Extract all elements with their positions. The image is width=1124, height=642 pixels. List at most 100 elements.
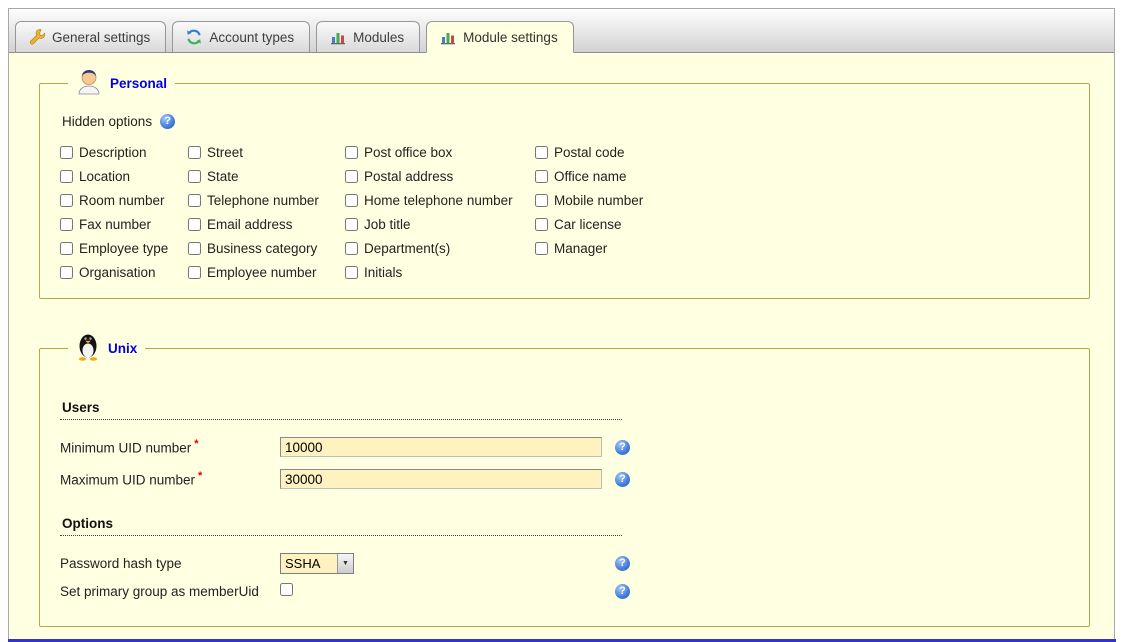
checkbox[interactable]	[60, 194, 73, 207]
tab-label: Account types	[209, 30, 294, 45]
checkbox[interactable]	[535, 242, 548, 255]
help-icon-max-uid[interactable]: ?	[615, 472, 630, 487]
checkbox[interactable]	[345, 146, 358, 159]
section-header-users: Users	[60, 400, 622, 420]
checkbox-item-telephone-number[interactable]: Telephone number	[188, 193, 345, 208]
max-uid-label: Maximum UID number*	[60, 470, 280, 488]
checkbox[interactable]	[345, 194, 358, 207]
checkbox-item-business-category[interactable]: Business category	[188, 241, 345, 256]
checkbox-item-room-number[interactable]: Room number	[60, 193, 188, 208]
checkbox-label: Telephone number	[207, 193, 319, 208]
checkbox-label: Fax number	[79, 217, 151, 232]
checkbox-label: Street	[207, 145, 243, 160]
tab-label: Modules	[353, 30, 404, 45]
checkbox[interactable]	[188, 242, 201, 255]
checkbox-label: Business category	[207, 241, 317, 256]
checkbox-item-email-address[interactable]: Email address	[188, 217, 345, 232]
tab-account-types[interactable]: Account types	[172, 21, 310, 52]
min-uid-label: Minimum UID number*	[60, 438, 280, 456]
checkbox-item-mobile-number[interactable]: Mobile number	[535, 193, 1069, 208]
tab-modules[interactable]: Modules	[316, 21, 420, 52]
checkbox-label: Organisation	[79, 265, 156, 280]
checkbox[interactable]	[345, 218, 358, 231]
hidden-options-label: Hidden options	[62, 114, 152, 129]
tab-general-settings[interactable]: General settings	[15, 21, 166, 52]
checkbox[interactable]	[345, 242, 358, 255]
checkbox[interactable]	[188, 218, 201, 231]
personal-fieldset: Personal Hidden options ? Description St…	[39, 67, 1090, 299]
checkbox-label: Mobile number	[554, 193, 643, 208]
checkbox[interactable]	[60, 146, 73, 159]
checkbox-label: Room number	[79, 193, 165, 208]
checkbox-label: Car license	[554, 217, 622, 232]
checkbox-label: Home telephone number	[364, 193, 513, 208]
checkbox-item-employee-type[interactable]: Employee type	[60, 241, 188, 256]
tab-module-settings[interactable]: Module settings	[426, 21, 574, 53]
required-asterisk: *	[194, 438, 198, 450]
checkbox[interactable]	[535, 170, 548, 183]
checkbox-label: Description	[79, 145, 147, 160]
checkbox[interactable]	[60, 242, 73, 255]
min-uid-input[interactable]	[280, 437, 602, 457]
checkbox-item-home-telephone-number[interactable]: Home telephone number	[345, 193, 535, 208]
checkbox-label: Post office box	[364, 145, 452, 160]
checkbox[interactable]	[60, 218, 73, 231]
max-uid-row: Maximum UID number* ?	[60, 468, 1069, 490]
help-icon-member-uid[interactable]: ?	[615, 584, 630, 599]
checkbox-label: Postal code	[554, 145, 625, 160]
modules-icon	[330, 29, 346, 45]
checkbox[interactable]	[535, 194, 548, 207]
checkbox-label: Initials	[364, 265, 402, 280]
tab-bar: General settings Account types	[9, 9, 1114, 53]
password-hash-select[interactable]: SSHA ▼	[280, 553, 354, 574]
checkbox-label: Employee number	[207, 265, 317, 280]
help-icon-min-uid[interactable]: ?	[615, 440, 630, 455]
max-uid-label-text: Maximum UID number	[60, 473, 195, 488]
checkbox-item-manager[interactable]: Manager	[535, 241, 1069, 256]
checkbox[interactable]	[188, 146, 201, 159]
checkbox[interactable]	[535, 218, 548, 231]
checkbox[interactable]	[345, 266, 358, 279]
checkbox-item-car-license[interactable]: Car license	[535, 217, 1069, 232]
checkbox-item-office-name[interactable]: Office name	[535, 169, 1069, 184]
checkbox-item-departments[interactable]: Department(s)	[345, 241, 535, 256]
checkbox-item-job-title[interactable]: Job title	[345, 217, 535, 232]
checkbox[interactable]	[188, 170, 201, 183]
checkbox[interactable]	[188, 194, 201, 207]
checkbox-label: Email address	[207, 217, 293, 232]
checkbox[interactable]	[188, 266, 201, 279]
help-icon-hidden-options[interactable]: ?	[160, 114, 175, 129]
checkbox[interactable]	[345, 170, 358, 183]
personal-legend: Personal	[68, 67, 175, 100]
checkbox-item-fax-number[interactable]: Fax number	[60, 217, 188, 232]
checkbox[interactable]	[60, 266, 73, 279]
lam-configuration-window: General settings Account types	[8, 8, 1115, 639]
member-uid-checkbox[interactable]	[280, 583, 293, 596]
checkbox-label: Postal address	[364, 169, 453, 184]
checkbox-item-street[interactable]: Street	[188, 145, 345, 160]
checkbox-item-post-office-box[interactable]: Post office box	[345, 145, 535, 160]
help-icon-password-hash[interactable]: ?	[615, 556, 630, 571]
unix-legend: Unix	[68, 331, 145, 366]
checkbox-item-description[interactable]: Description	[60, 145, 188, 160]
dropdown-button[interactable]: ▼	[337, 554, 353, 573]
checkbox-item-initials[interactable]: Initials	[345, 265, 535, 280]
max-uid-input[interactable]	[280, 469, 602, 489]
member-uid-field-cell	[280, 583, 615, 599]
checkbox-item-employee-number[interactable]: Employee number	[188, 265, 345, 280]
unix-fieldset: Unix Users Minimum UID number* ? Maximum…	[39, 331, 1090, 627]
checkbox-label: Manager	[554, 241, 607, 256]
max-uid-field-cell	[280, 469, 615, 489]
checkbox-label: Department(s)	[364, 241, 450, 256]
checkbox-item-state[interactable]: State	[188, 169, 345, 184]
checkbox-label: Job title	[364, 217, 411, 232]
checkbox-item-organisation[interactable]: Organisation	[60, 265, 188, 280]
checkbox[interactable]	[535, 146, 548, 159]
checkbox-item-postal-address[interactable]: Postal address	[345, 169, 535, 184]
checkbox-label: Employee type	[79, 241, 168, 256]
wrench-icon	[29, 29, 45, 45]
checkbox[interactable]	[60, 170, 73, 183]
tab-label: Module settings	[463, 30, 558, 45]
checkbox-item-location[interactable]: Location	[60, 169, 188, 184]
checkbox-item-postal-code[interactable]: Postal code	[535, 145, 1069, 160]
